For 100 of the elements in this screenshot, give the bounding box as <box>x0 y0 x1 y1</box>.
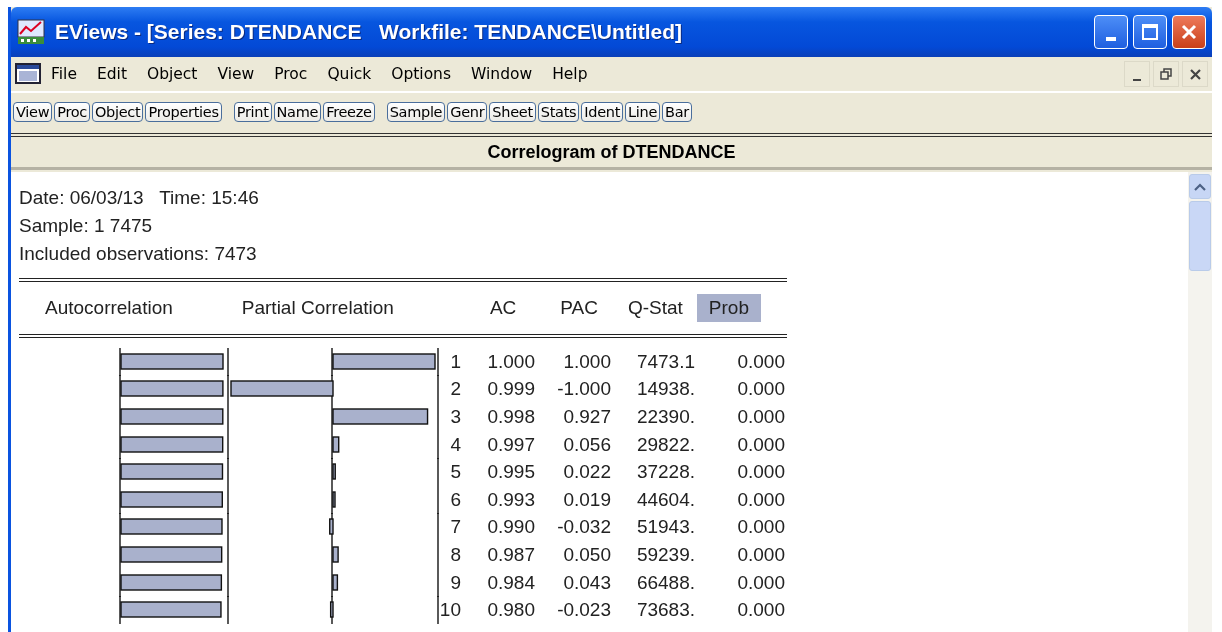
partial-correlation-bar <box>329 601 334 618</box>
table-cell-text: 0.984 <box>486 571 535 594</box>
info-text: Date: 06/03/13 Time: 15:46 <box>19 186 259 210</box>
table-cell-text: 14938. <box>635 378 695 401</box>
window-icon[interactable] <box>15 63 41 85</box>
toolbar-button[interactable]: Sample <box>386 102 446 122</box>
toolbar-button[interactable]: Line <box>625 102 661 122</box>
info-text: Sample: 1 7475 <box>19 214 153 238</box>
partial-correlation-bar <box>332 463 336 480</box>
table-cell-text: -1.000 <box>556 378 611 401</box>
table-cell-text: 44604. <box>635 488 695 511</box>
table-cell-text: 0.000 <box>736 378 785 401</box>
close-button[interactable] <box>1182 61 1208 87</box>
menu-item[interactable]: Window <box>471 65 533 83</box>
lag-number: 9 <box>449 571 461 594</box>
scroll-up-button[interactable] <box>1189 174 1211 199</box>
table-cell-text: 0.019 <box>562 488 611 511</box>
table-cell-text: 0.043 <box>562 571 611 594</box>
menu-item[interactable]: Quick <box>327 65 372 83</box>
lag-number: 7 <box>449 516 461 539</box>
toolbar-button[interactable]: Ident <box>581 102 624 122</box>
table-cell-text: 37228. <box>635 461 695 484</box>
minimize-icon <box>1106 37 1116 41</box>
partial-correlation-bar <box>329 518 334 536</box>
view-title: Correlogram of DTENDANCE <box>487 141 736 163</box>
scroll-thumb[interactable] <box>1189 201 1211 271</box>
lag-number: 1 <box>449 350 461 373</box>
restore-button[interactable] <box>1153 61 1179 87</box>
toolbar-button[interactable]: Object <box>92 102 144 122</box>
table-cell-text: 0.000 <box>736 571 785 594</box>
table-cell-text: 0.990 <box>486 516 535 539</box>
table-cell-text: 51943. <box>635 516 695 539</box>
table-cell-text: 0.000 <box>736 488 785 511</box>
close-icon <box>1180 23 1198 41</box>
window-title: EViews - [Series: DTENDANCE Workfile: TENDANCE\Untitled] <box>55 20 682 44</box>
menu-item[interactable]: Help <box>552 65 588 83</box>
column-header[interactable]: AC <box>489 297 517 319</box>
column-header[interactable]: PAC <box>560 297 598 319</box>
toolbar-button[interactable]: Properties <box>145 102 222 122</box>
lag-number: 8 <box>449 543 461 566</box>
close-icon <box>1189 68 1201 80</box>
table-cell-text: 29822. <box>635 433 695 456</box>
table-cell-text: -0.032 <box>556 516 611 539</box>
toolbar-button[interactable]: Proc <box>54 102 90 122</box>
table-cell-text: 0.995 <box>486 461 535 484</box>
partial-correlation-bar <box>332 546 339 563</box>
table-cell-text: 0.987 <box>486 543 535 566</box>
menu-item[interactable]: Object <box>146 65 198 83</box>
table-cell-text: 0.000 <box>736 433 785 456</box>
toolbar-button[interactable]: Freeze <box>323 102 375 122</box>
maximize-button[interactable] <box>1133 15 1167 49</box>
toolbar-button[interactable]: View <box>13 102 53 122</box>
column-header[interactable]: Prob <box>696 294 761 322</box>
toolbar-button[interactable]: Print <box>233 102 272 122</box>
table-cell-text: 22390. <box>635 406 695 428</box>
menu-item[interactable]: Options <box>391 65 452 83</box>
lag-number: 5 <box>449 461 461 484</box>
column-header[interactable]: Q-Stat <box>627 297 683 319</box>
table-cell-text: 0.993 <box>486 488 535 511</box>
lag-number: 4 <box>449 433 461 456</box>
lag-number: 6 <box>449 488 461 511</box>
lag-number: 2 <box>449 378 461 401</box>
table-cell-text: 0.927 <box>562 406 611 428</box>
table-cell-text: 66488. <box>635 571 695 594</box>
table-cell-text: 0.000 <box>736 350 785 373</box>
maximize-icon <box>1141 23 1159 41</box>
info-text: Included observations: 7473 <box>19 242 257 266</box>
toolbar-button[interactable]: Stats <box>537 102 580 122</box>
menu-item[interactable]: View <box>217 65 255 83</box>
table-cell-text: 0.000 <box>736 543 785 566</box>
toolbar-button[interactable]: Bar <box>662 102 692 122</box>
table-cell-text: 0.056 <box>562 433 611 456</box>
table-cell-text: 59239. <box>635 543 695 566</box>
toolbar-button[interactable]: Name <box>273 102 322 122</box>
table-cell-text: 0.998 <box>486 406 535 428</box>
table-cell-text: 0.050 <box>562 543 611 566</box>
menu-item[interactable]: Edit <box>96 65 127 83</box>
column-header[interactable]: Partial Correlation <box>241 297 394 319</box>
table-cell-text: 1.000 <box>562 350 611 373</box>
table-cell-text: 0.980 <box>486 599 535 622</box>
table-cell-text: 0.022 <box>562 461 611 484</box>
partial-correlation-bar <box>332 491 336 508</box>
minimize-button[interactable] <box>1124 61 1150 87</box>
table-cell-text: 0.000 <box>736 406 785 428</box>
table-cell-text: 0.000 <box>736 461 785 484</box>
table-cell-text: 0.997 <box>486 433 535 456</box>
minimize-icon <box>1133 79 1141 81</box>
table-cell-text: 0.000 <box>736 599 785 622</box>
scrollbar[interactable] <box>1188 172 1212 632</box>
toolbar-button[interactable]: Genr <box>447 102 488 122</box>
lag-number: 10 <box>439 599 461 622</box>
toolbar-button[interactable]: Sheet <box>489 102 536 122</box>
partial-correlation-bar <box>332 573 339 591</box>
table-cell-text: 7473.1 <box>635 350 695 373</box>
column-header[interactable]: Autocorrelation <box>45 297 173 319</box>
menu-item[interactable]: Proc <box>274 65 308 83</box>
partial-correlation-bar <box>332 435 340 453</box>
table-cell-text: -0.023 <box>556 599 611 622</box>
lag-number: 3 <box>449 406 461 428</box>
menu-item[interactable]: File <box>51 65 77 83</box>
